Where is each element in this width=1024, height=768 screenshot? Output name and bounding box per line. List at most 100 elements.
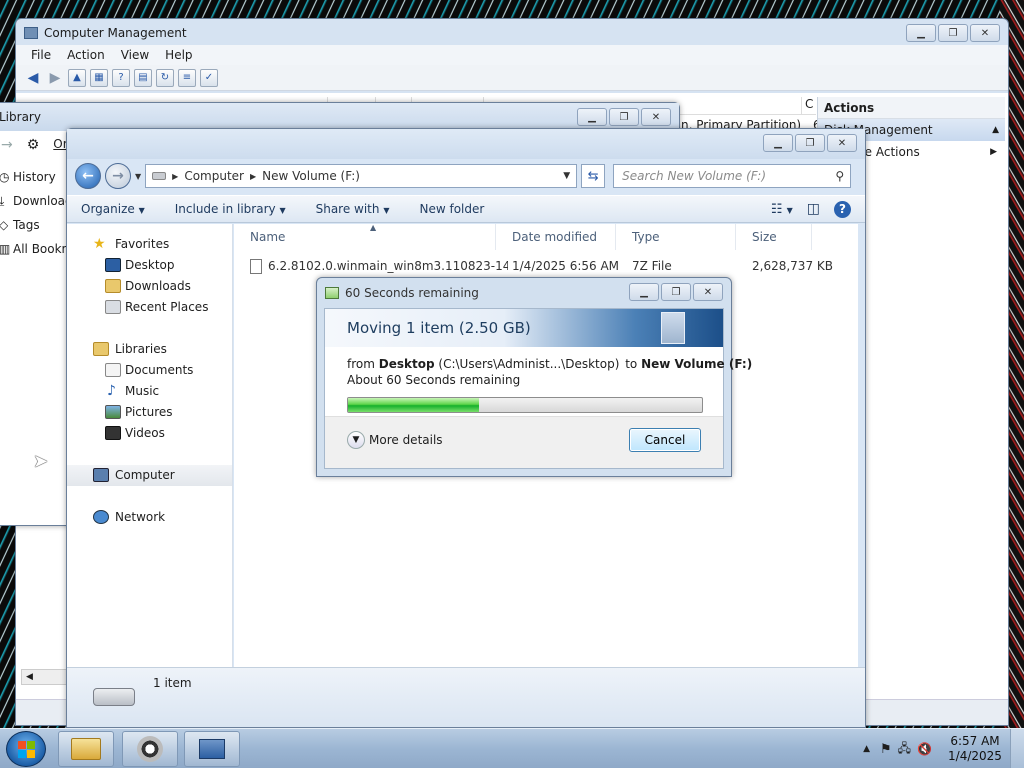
library-item-label: All Bookm xyxy=(13,242,74,256)
taskbar-raccoon-app[interactable] xyxy=(122,731,178,767)
actions-title: Actions xyxy=(818,97,1005,119)
expand-chevron-icon[interactable]: ▼ xyxy=(347,431,365,449)
library-title: Library xyxy=(0,110,41,124)
nav-favorites[interactable]: ★ Favorites xyxy=(67,234,232,255)
move-progress-dialog: 60 Seconds remaining ▁ ❐ ✕ Moving 1 item… xyxy=(316,277,752,477)
cm-close-button[interactable]: ✕ xyxy=(970,24,1000,42)
properties-icon[interactable]: ≡ xyxy=(178,68,196,87)
taskbar-explorer[interactable] xyxy=(58,731,114,767)
menu-view[interactable]: View xyxy=(121,48,149,62)
view-options-icon[interactable]: ☷ ▼ xyxy=(771,202,793,217)
library-back-icon[interactable]: → xyxy=(1,137,13,153)
details-pane: 1 item xyxy=(67,667,865,727)
library-minimize-button[interactable]: ▁ xyxy=(577,108,607,126)
show-desktop-button[interactable] xyxy=(1010,729,1024,768)
recent-pages-dropdown-icon[interactable]: ▼ xyxy=(135,172,141,181)
clock[interactable]: 6:57 AM 1/4/2025 xyxy=(940,734,1010,764)
dialog-close-button[interactable]: ✕ xyxy=(693,283,723,301)
cm-minimize-button[interactable]: ▁ xyxy=(906,24,936,42)
nav-network[interactable]: Network xyxy=(67,507,232,528)
library-maximize-button[interactable]: ❐ xyxy=(609,108,639,126)
from-label: from xyxy=(347,357,375,371)
back-button[interactable]: ← xyxy=(75,163,101,189)
column-name[interactable]: Name ▲ xyxy=(234,223,496,250)
organize-label: Organize xyxy=(81,202,135,216)
breadcrumb-volume[interactable]: New Volume (F:) xyxy=(262,169,360,183)
forward-arrow-icon[interactable]: ▶ xyxy=(46,69,64,87)
cancel-button[interactable]: Cancel xyxy=(629,428,701,452)
nav-label: Network xyxy=(115,510,166,524)
more-details-toggle[interactable]: ▼ More details xyxy=(347,431,443,449)
column-date-modified[interactable]: Date modified xyxy=(496,224,616,250)
volume-muted-icon[interactable]: 🔇 xyxy=(917,742,932,756)
cm-column-c[interactable]: C xyxy=(802,97,816,114)
collapse-up-icon[interactable]: ▲ xyxy=(992,119,999,141)
dialog-minimize-button[interactable]: ▁ xyxy=(629,283,659,301)
explorer-maximize-button[interactable]: ❐ xyxy=(795,134,825,152)
nav-computer[interactable]: Computer xyxy=(67,465,232,486)
chevron-down-icon: ▼ xyxy=(279,206,286,215)
dialog-title: 60 Seconds remaining xyxy=(345,286,479,300)
include-in-library-button[interactable]: Include in library ▼ xyxy=(175,202,286,216)
library-gear-icon[interactable]: ⚙ xyxy=(27,137,40,153)
taskbar: ▲ ⚑ 🖧 🔇 6:57 AM 1/4/2025 xyxy=(0,728,1024,768)
back-arrow-icon[interactable]: ◀ xyxy=(24,69,42,87)
start-button[interactable] xyxy=(6,731,46,767)
show-hidden-icons-icon[interactable]: ▲ xyxy=(863,744,870,754)
dialog-maximize-button[interactable]: ❐ xyxy=(661,283,691,301)
menu-action[interactable]: Action xyxy=(67,48,105,62)
nav-downloads[interactable]: Downloads xyxy=(67,276,232,297)
export-list-icon[interactable]: ✓ xyxy=(200,68,218,87)
menu-help[interactable]: Help xyxy=(165,48,192,62)
library-hscroll[interactable]: ◀ xyxy=(21,669,71,685)
search-input[interactable]: Search New Volume (F:) ⚲ xyxy=(613,164,852,188)
nav-libraries[interactable]: Libraries xyxy=(67,339,232,360)
forward-button[interactable]: → xyxy=(105,163,131,189)
nav-desktop[interactable]: Desktop xyxy=(67,255,232,276)
explorer-close-button[interactable]: ✕ xyxy=(827,134,857,152)
raccoon-icon xyxy=(137,736,163,762)
share-with-button[interactable]: Share with ▼ xyxy=(316,202,390,216)
new-folder-button[interactable]: New folder xyxy=(419,202,484,216)
clock-time: 6:57 AM xyxy=(950,734,1000,748)
cm-maximize-button[interactable]: ❐ xyxy=(938,24,968,42)
explorer-minimize-button[interactable]: ▁ xyxy=(763,134,793,152)
taskbar-computer-management[interactable] xyxy=(184,731,240,767)
cm-titlebar[interactable]: Computer Management xyxy=(16,19,1008,47)
action-center-flag-icon[interactable]: ⚑ xyxy=(880,742,892,757)
destination-name[interactable]: New Volume (F:) xyxy=(641,357,752,371)
nav-videos[interactable]: Videos xyxy=(67,423,232,444)
nav-music[interactable]: ♪ Music xyxy=(67,381,232,402)
drive-large-icon xyxy=(93,688,135,706)
explorer-titlebar[interactable] xyxy=(67,129,865,159)
address-bar[interactable]: ▶ Computer ▶ New Volume (F:) ▼ xyxy=(145,164,578,188)
show-hide-tree-icon[interactable]: ▦ xyxy=(90,68,108,87)
breadcrumb-computer[interactable]: Computer xyxy=(184,169,244,183)
chevron-down-icon: ▼ xyxy=(383,206,390,215)
nav-pictures[interactable]: Pictures xyxy=(67,402,232,423)
source-name[interactable]: Desktop xyxy=(379,357,435,371)
menu-file[interactable]: File xyxy=(31,48,51,62)
preview-pane-icon[interactable]: ◫ xyxy=(807,201,820,217)
file-type: 7Z File xyxy=(632,259,672,273)
libraries-icon xyxy=(93,342,109,356)
file-row[interactable]: 6.2.8102.0.winmain_win8m3.110823-1455...… xyxy=(250,256,858,276)
help-icon[interactable]: ? xyxy=(112,68,130,87)
show-action-pane-icon[interactable]: ▤ xyxy=(134,68,152,87)
column-size[interactable]: Size xyxy=(736,224,812,250)
include-label: Include in library xyxy=(174,202,276,216)
organize-button[interactable]: Organize ▼ xyxy=(81,202,145,216)
star-icon: ★ xyxy=(93,236,106,252)
nav-recent-places[interactable]: Recent Places xyxy=(67,297,232,318)
library-close-button[interactable]: ✕ xyxy=(641,108,671,126)
help-icon[interactable]: ? xyxy=(834,200,851,218)
network-tray-icon[interactable]: 🖧 xyxy=(898,739,911,760)
nav-documents[interactable]: Documents xyxy=(67,360,232,381)
address-dropdown-icon[interactable]: ▼ xyxy=(563,171,570,181)
refresh-button[interactable]: ⇆ xyxy=(581,164,606,188)
column-type[interactable]: Type xyxy=(616,224,736,250)
document-icon xyxy=(661,312,685,344)
up-folder-icon[interactable]: ▲ xyxy=(68,68,86,87)
refresh-icon[interactable]: ↻ xyxy=(156,68,174,87)
search-icon[interactable]: ⚲ xyxy=(835,169,844,183)
